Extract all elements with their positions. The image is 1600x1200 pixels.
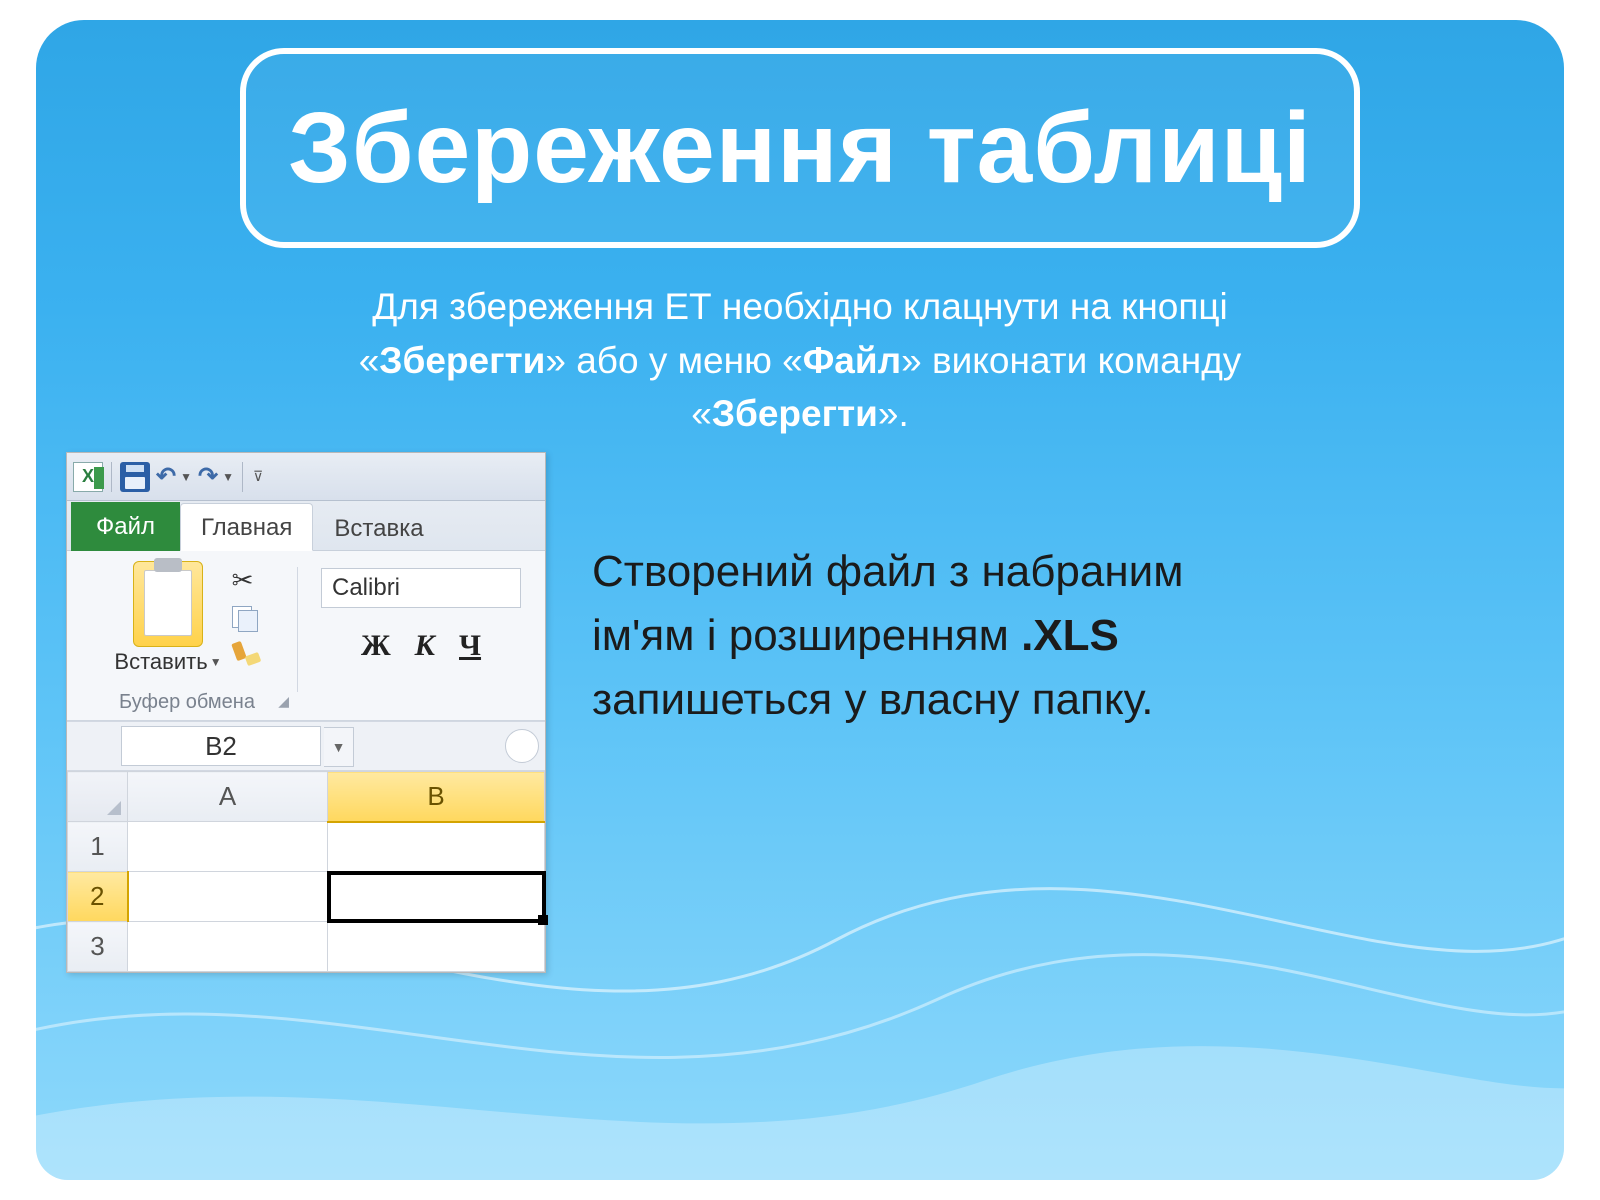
- undo-dropdown-icon[interactable]: ▼: [180, 470, 192, 484]
- cell-b2-selected[interactable]: [328, 872, 545, 922]
- subtitle: Для збереження ЕТ необхідно клацнути на …: [250, 280, 1350, 441]
- row-header-1[interactable]: 1: [68, 822, 128, 872]
- tab-home[interactable]: Главная: [180, 503, 313, 551]
- insert-function-icon[interactable]: [505, 729, 539, 763]
- tab-file[interactable]: Файл: [71, 502, 180, 551]
- separator: [111, 462, 112, 492]
- select-all-corner[interactable]: [68, 772, 128, 822]
- column-header-b[interactable]: B: [328, 772, 545, 822]
- redo-icon[interactable]: ↷: [196, 462, 220, 491]
- cut-icon[interactable]: ✂: [232, 565, 260, 596]
- cell-a2[interactable]: [128, 872, 328, 922]
- format-painter-icon[interactable]: [232, 640, 260, 666]
- cell-b1[interactable]: [328, 822, 545, 872]
- chevron-down-icon[interactable]: ▼: [324, 727, 354, 767]
- quick-access-toolbar: X ↶▼ ↷▼ ⊽: [67, 453, 545, 501]
- row-header-3[interactable]: 3: [68, 922, 128, 972]
- row-header-2[interactable]: 2: [68, 872, 128, 922]
- slide-title: Збереження таблиці: [288, 91, 1312, 206]
- excel-screenshot: X ↶▼ ↷▼ ⊽ Файл Главная Вставка Вставить: [66, 452, 546, 973]
- ribbon-group-clipboard: Вставить ▼ ✂ Буфер обмена ◢: [77, 561, 297, 716]
- copy-icon[interactable]: [232, 606, 260, 630]
- underline-button[interactable]: Ч: [459, 629, 481, 663]
- cell-a1[interactable]: [128, 822, 328, 872]
- excel-app-icon: X: [73, 462, 103, 492]
- bold-button[interactable]: Ж: [361, 629, 391, 663]
- undo-icon[interactable]: ↶: [154, 462, 178, 491]
- cell-a3[interactable]: [128, 922, 328, 972]
- group-caption-clipboard: Буфер обмена: [77, 691, 297, 714]
- font-name-selector[interactable]: Calibri: [321, 568, 521, 608]
- separator: [242, 462, 243, 492]
- tab-insert[interactable]: Вставка: [313, 504, 444, 551]
- ribbon-group-font: Calibri Ж К Ч: [297, 561, 545, 716]
- worksheet-grid[interactable]: A B 1 2 3: [67, 771, 545, 972]
- name-box[interactable]: B2 ▼: [121, 726, 321, 766]
- italic-button[interactable]: К: [415, 629, 435, 663]
- qat-customize-icon[interactable]: ⊽: [253, 468, 263, 485]
- ribbon: Вставить ▼ ✂ Буфер обмена ◢ Calibri: [67, 551, 545, 721]
- cell-b3[interactable]: [328, 922, 545, 972]
- ribbon-tabs: Файл Главная Вставка: [67, 501, 545, 551]
- save-icon[interactable]: [120, 462, 150, 492]
- chevron-down-icon: ▼: [210, 655, 222, 669]
- formula-bar-row: B2 ▼: [67, 721, 545, 771]
- paste-icon[interactable]: [133, 561, 203, 647]
- title-box: Збереження таблиці: [240, 48, 1360, 248]
- slide: Збереження таблиці Для збереження ЕТ нео…: [36, 20, 1564, 1180]
- subtitle-line1: Для збереження ЕТ необхідно клацнути на …: [372, 286, 1228, 327]
- dialog-launcher-icon[interactable]: ◢: [278, 693, 289, 710]
- paste-button[interactable]: Вставить ▼: [114, 649, 221, 675]
- body-paragraph: Створений файл з набраним ім'ям і розшир…: [592, 540, 1504, 731]
- column-header-a[interactable]: A: [128, 772, 328, 822]
- redo-dropdown-icon[interactable]: ▼: [222, 470, 234, 484]
